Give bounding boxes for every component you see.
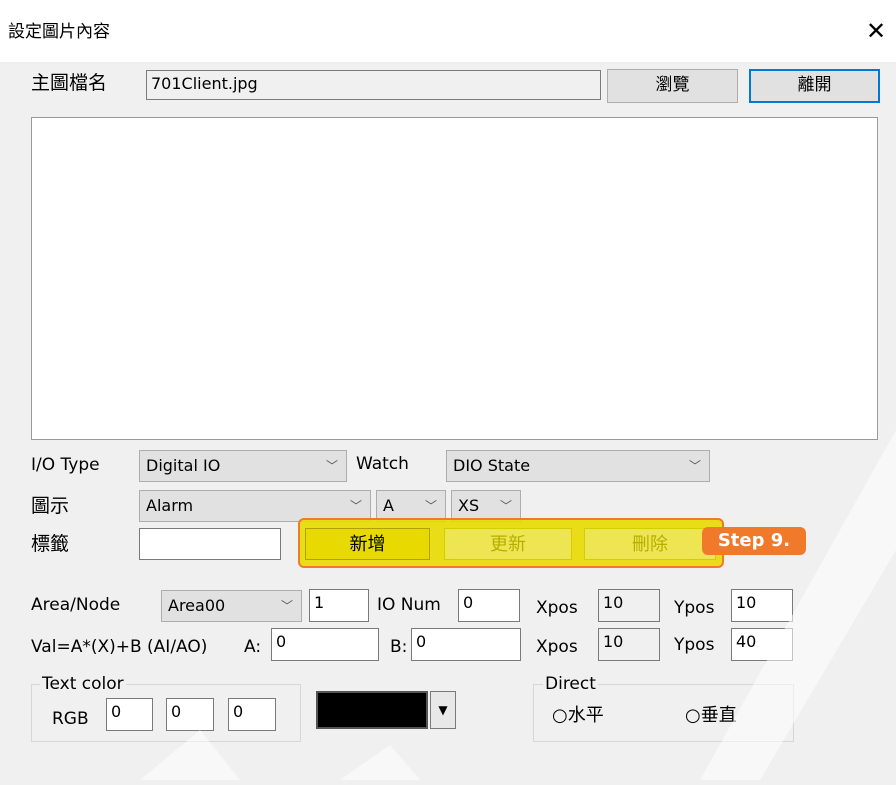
radio-unchecked-icon: ○: [552, 705, 568, 726]
xpos-label-1: Xpos: [536, 598, 578, 618]
main-file-label: 主圖檔名: [31, 72, 108, 94]
close-icon[interactable]: ✕: [866, 18, 886, 44]
icon-label: 圖示: [31, 495, 70, 517]
delete-button[interactable]: 刪除: [584, 528, 716, 560]
ypos-input-2[interactable]: 40: [731, 628, 793, 661]
chevron-down-icon: ﹀: [349, 499, 362, 513]
node-input[interactable]: 1: [309, 589, 369, 622]
vertical-label: 垂直: [700, 705, 737, 726]
io-type-value: Digital IO: [146, 456, 221, 475]
io-num-label: IO Num: [377, 595, 441, 615]
size-xs-value: XS: [458, 496, 480, 515]
color-swatch[interactable]: [316, 691, 428, 729]
add-button[interactable]: 新增: [305, 528, 430, 560]
chevron-down-icon: ﹀: [688, 459, 701, 473]
direct-label: Direct: [543, 673, 598, 695]
red-input[interactable]: 0: [106, 698, 153, 731]
ypos-label-2: Ypos: [674, 635, 715, 655]
horizontal-label: 水平: [567, 705, 604, 726]
leave-button[interactable]: 離開: [749, 69, 880, 103]
io-num-input[interactable]: 0: [458, 589, 520, 622]
step-badge: Step 9.: [702, 527, 806, 555]
tag-input[interactable]: [139, 528, 281, 560]
green-input[interactable]: 0: [166, 698, 214, 731]
blue-input[interactable]: 0: [228, 698, 276, 731]
area-node-label: Area/Node: [31, 595, 121, 615]
ypos-label-1: Ypos: [674, 598, 715, 618]
a-input[interactable]: 0: [271, 628, 379, 661]
b-label: B:: [390, 637, 408, 657]
rgb-label: RGB: [52, 709, 89, 729]
vertical-radio[interactable]: ○垂直: [685, 704, 737, 728]
browse-button[interactable]: 瀏覽: [607, 69, 738, 103]
window-title: 設定圖片內容: [8, 22, 110, 42]
b-input[interactable]: 0: [411, 628, 521, 661]
tag-label: 標籤: [31, 533, 70, 555]
chevron-down-icon: ﹀: [280, 599, 293, 613]
formula-label: Val=A*(X)+B (AI/AO): [31, 637, 208, 657]
color-dropdown-icon[interactable]: ▼: [430, 691, 456, 729]
io-type-label: I/O Type: [31, 455, 100, 475]
text-color-label: Text color: [40, 673, 126, 695]
watch-select[interactable]: DIO State ﹀: [446, 450, 710, 482]
icon-value: Alarm: [146, 496, 194, 515]
ypos-input-1[interactable]: 10: [731, 589, 793, 622]
radio-unchecked-icon: ○: [685, 705, 701, 726]
area-value: Area00: [168, 596, 226, 615]
title-bar: [0, 0, 896, 62]
xpos-field-1[interactable]: 10: [598, 589, 660, 622]
io-type-select[interactable]: Digital IO ﹀: [139, 450, 347, 482]
watch-value: DIO State: [453, 456, 531, 475]
main-file-field[interactable]: 701Client.jpg: [146, 70, 601, 100]
xpos-field-2[interactable]: 10: [598, 628, 660, 661]
chevron-down-icon: ﹀: [499, 499, 512, 513]
chevron-down-icon: ﹀: [325, 459, 338, 473]
image-preview-area: [31, 117, 878, 440]
size-a-value: A: [383, 496, 394, 515]
chevron-down-icon: ﹀: [424, 499, 437, 513]
horizontal-radio[interactable]: ○水平: [552, 704, 604, 728]
update-button[interactable]: 更新: [444, 528, 572, 560]
a-label: A:: [244, 637, 262, 657]
xpos-label-2: Xpos: [536, 637, 578, 657]
watch-label: Watch: [356, 454, 409, 474]
area-select[interactable]: Area00 ﹀: [161, 590, 302, 622]
